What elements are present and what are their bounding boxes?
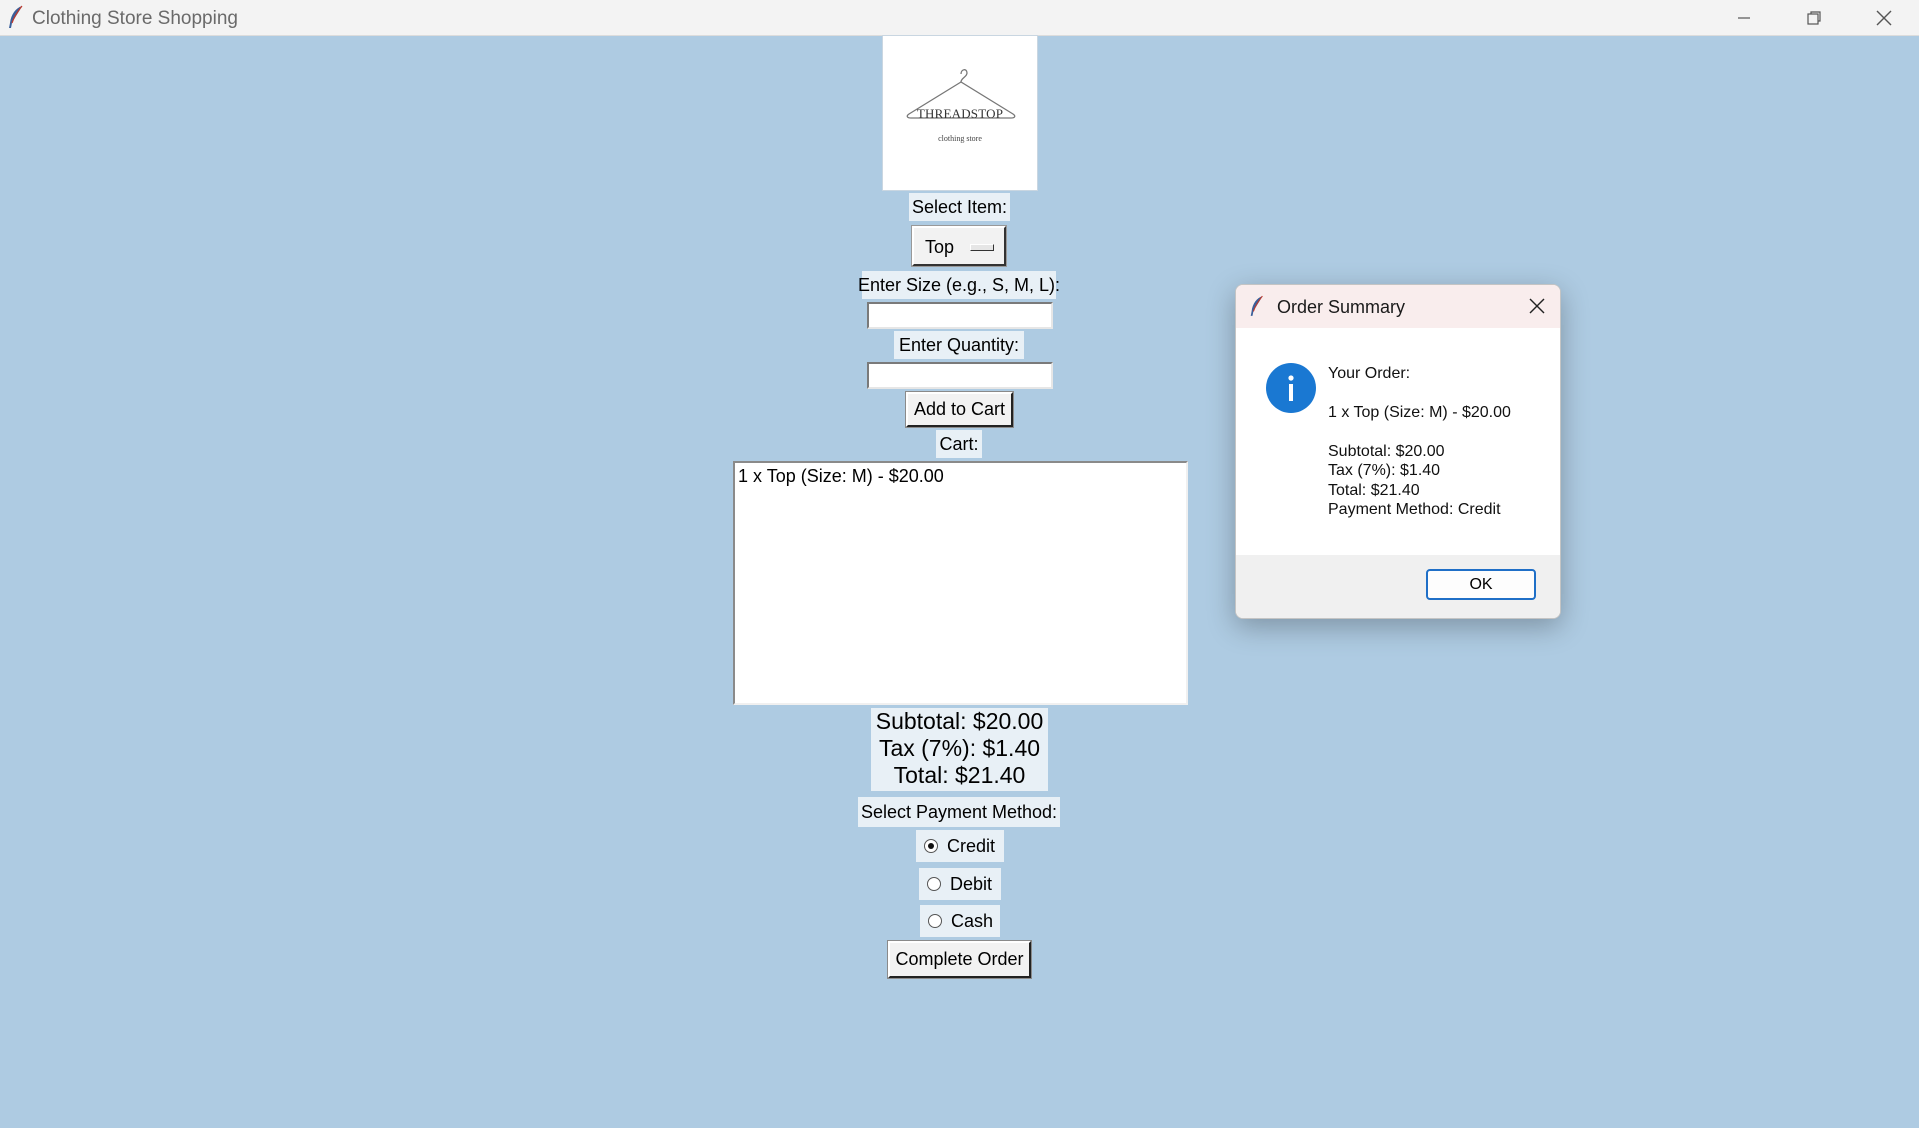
- payment-option-label: Debit: [950, 873, 993, 894]
- payment-option-label: Credit: [947, 835, 996, 856]
- dialog-tax: Tax (7%): $1.40: [1328, 462, 1441, 479]
- store-logo: THREADSTOP clothing store: [882, 35, 1038, 191]
- feather-app-icon: [1250, 295, 1263, 316]
- dialog-subtotal: Subtotal: $20.00: [1328, 443, 1445, 460]
- close-icon: [1529, 298, 1545, 314]
- close-button[interactable]: [1849, 0, 1919, 35]
- payment-method-label: Select Payment Method:: [858, 797, 1060, 827]
- minimize-button[interactable]: [1709, 0, 1779, 35]
- total-text: Total: $21.40: [893, 762, 1026, 788]
- select-item-label: Select Item:: [909, 193, 1010, 221]
- window-title: Clothing Store Shopping: [32, 8, 238, 29]
- quantity-label: Enter Quantity:: [894, 331, 1024, 359]
- item-select-menu[interactable]: Top: [911, 225, 1007, 267]
- radio-selected-icon: [924, 839, 938, 853]
- feather-app-icon: [9, 5, 23, 28]
- dialog-item-line: 1 x Top (Size: M) - $20.00: [1328, 404, 1511, 421]
- window-titlebar: Clothing Store Shopping: [0, 0, 1919, 36]
- dialog-heading: Your Order:: [1328, 365, 1411, 382]
- payment-option-credit[interactable]: Credit: [916, 830, 1004, 862]
- payment-option-debit[interactable]: Debit: [919, 868, 1001, 900]
- ok-button[interactable]: OK: [1426, 569, 1536, 600]
- payment-option-label: Cash: [951, 910, 994, 931]
- radio-unselected-icon: [928, 914, 942, 928]
- close-icon: [1876, 10, 1892, 25]
- dialog-titlebar: Order Summary: [1236, 285, 1560, 328]
- list-item[interactable]: 1 x Top (Size: M) - $20.00: [738, 466, 944, 487]
- radio-unselected-icon: [927, 877, 941, 891]
- subtotal-text: Subtotal: $20.00: [875, 708, 1044, 734]
- item-select-value: Top: [925, 237, 955, 257]
- cart-label: Cart:: [936, 430, 982, 458]
- cart-listbox[interactable]: 1 x Top (Size: M) - $20.00: [733, 461, 1188, 705]
- option-menu-indicator-icon: [970, 244, 994, 251]
- logo-tagline: clothing store: [938, 134, 982, 143]
- dialog-payment: Payment Method: Credit: [1328, 501, 1501, 518]
- totals-panel: Subtotal: $20.00 Tax (7%): $1.40 Total: …: [871, 708, 1048, 791]
- quantity-input[interactable]: [867, 362, 1053, 389]
- dialog-total: Total: $21.40: [1328, 482, 1420, 499]
- add-to-cart-button[interactable]: Add to Cart: [905, 391, 1014, 428]
- tax-text: Tax (7%): $1.40: [878, 735, 1041, 761]
- complete-order-button[interactable]: Complete Order: [887, 940, 1032, 979]
- logo-brand: THREADSTOP: [916, 106, 1004, 121]
- restore-icon: [1807, 10, 1821, 25]
- size-label: Enter Size (e.g., S, M, L):: [858, 271, 1060, 299]
- minimize-icon: [1738, 16, 1750, 19]
- order-summary-dialog: Order Summary Your Order: 1 x Top (Size:…: [1235, 284, 1561, 619]
- restore-button[interactable]: [1779, 0, 1849, 35]
- size-input[interactable]: [867, 302, 1053, 329]
- dialog-title: Order Summary: [1277, 297, 1406, 317]
- info-icon: [1266, 363, 1316, 413]
- payment-option-cash[interactable]: Cash: [920, 905, 1000, 937]
- dialog-close-button[interactable]: [1524, 293, 1550, 319]
